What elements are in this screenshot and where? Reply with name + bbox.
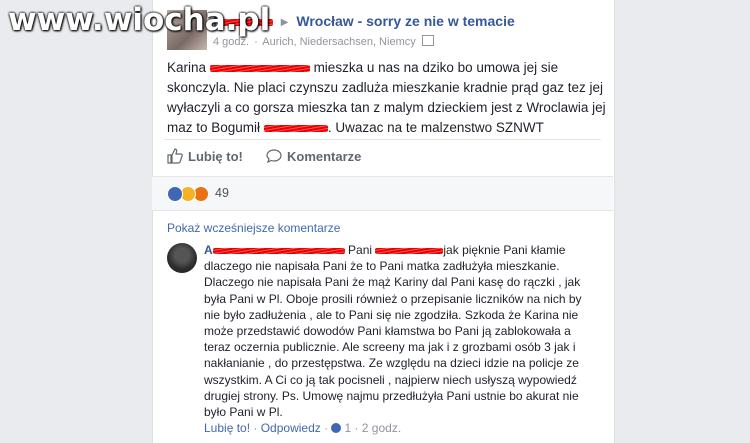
comment-label: Komentarze xyxy=(287,148,362,164)
commenter-name[interactable]: A xyxy=(204,243,345,257)
watermark: www.wiocha.pl xyxy=(8,2,271,38)
like-reaction-icon xyxy=(331,423,342,433)
divider xyxy=(164,139,601,140)
comment: A Pani jak pięknie Pani kłamie dlaczego … xyxy=(204,243,582,420)
like-button[interactable]: Lubię to! xyxy=(167,148,243,164)
more-comments-link[interactable]: Pokaż wcześniejsze komentarze xyxy=(167,221,340,235)
redaction-mark xyxy=(375,247,444,254)
comment-bubble-icon xyxy=(266,149,282,164)
group-link[interactable]: Wrocław - sorry ze nie w temacie xyxy=(296,13,514,29)
arrow-right-icon: ▶ xyxy=(280,17,289,28)
comment-reply-link[interactable]: Odpowiedz xyxy=(261,421,321,435)
thumbs-up-icon xyxy=(167,148,183,164)
redaction-mark xyxy=(263,124,328,132)
commenter-avatar[interactable] xyxy=(167,243,197,273)
like-label: Lubię to! xyxy=(188,148,243,164)
post-text: Karina mieszka u nas na dziko bo umowa j… xyxy=(167,60,606,135)
redaction-mark xyxy=(209,64,310,72)
comment-like-count[interactable]: 1 xyxy=(344,421,351,435)
privacy-icon xyxy=(421,35,434,46)
comment-button[interactable]: Komentarze xyxy=(266,148,361,164)
redaction-mark xyxy=(212,247,345,254)
like-reaction-icon xyxy=(167,186,183,202)
post-location[interactable]: Aurich, Niedersachsen, Niemcy xyxy=(262,36,415,48)
comment-actions: Lubię to! · Odpowiedz · 1 · 2 godz. xyxy=(204,421,402,435)
comment-time[interactable]: 2 godz. xyxy=(362,421,401,435)
comment-like-link[interactable]: Lubię to! xyxy=(204,421,250,435)
reaction-count[interactable]: 49 xyxy=(215,186,229,200)
comment-text: jak pięknie Pani kłamie dlaczego nie nap… xyxy=(204,243,582,420)
